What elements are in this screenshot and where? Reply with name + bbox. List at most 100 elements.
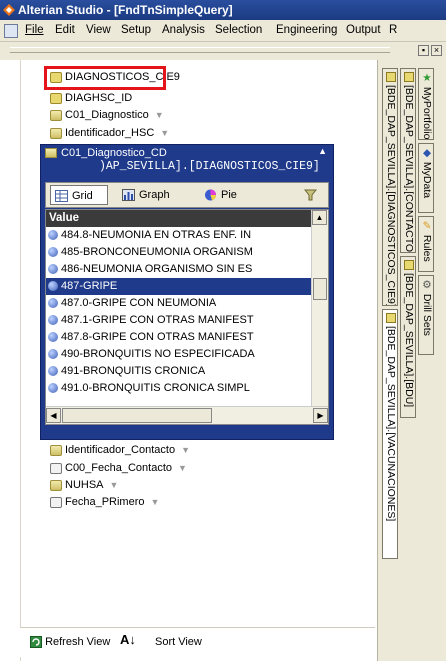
value-icon bbox=[48, 281, 58, 292]
bottom-toolbar: Refresh View A↓ Sort View bbox=[20, 627, 375, 657]
chevron-down-icon[interactable]: ▼ bbox=[110, 480, 119, 490]
menu-analysis[interactable]: Analysis bbox=[162, 24, 205, 36]
pin-icon[interactable]: ▲ bbox=[318, 146, 327, 156]
menu-r[interactable]: R bbox=[389, 24, 397, 36]
side-tab-contactos[interactable]: [BDE_DAP_SEVILLA].[CONTACTOS] bbox=[400, 68, 416, 253]
menu-selection[interactable]: Selection bbox=[215, 24, 262, 36]
value-icon bbox=[48, 332, 58, 343]
tab-grid[interactable]: Grid bbox=[50, 185, 108, 205]
side-tab-rules[interactable]: ✎ Rules bbox=[418, 216, 434, 272]
menu-edit[interactable]: Edit bbox=[55, 24, 75, 36]
filter-button[interactable] bbox=[302, 185, 324, 205]
tab-pie[interactable]: Pie bbox=[200, 185, 258, 205]
table-icon bbox=[50, 92, 62, 104]
tree-item-diaghsc-id[interactable]: DIAGHSC_ID bbox=[50, 90, 132, 106]
tree-item-c00-fecha-contacto[interactable]: C00_Fecha_Contacto ▼ bbox=[50, 460, 187, 476]
vertical-scrollbar[interactable]: ▲ bbox=[311, 210, 328, 406]
sort-az-icon[interactable]: A↓ bbox=[120, 632, 136, 647]
table-icon bbox=[404, 260, 414, 270]
value-icon bbox=[48, 230, 58, 241]
rules-icon: ✎ bbox=[421, 220, 433, 232]
field-icon bbox=[45, 148, 57, 158]
values-list[interactable]: Value 484.8-NEUMONIA EN OTRAS ENF. IN 48… bbox=[45, 209, 329, 425]
column-header-value[interactable]: Value bbox=[46, 210, 312, 227]
side-tab-myportfolio[interactable]: ★ MyPortfolio bbox=[418, 68, 434, 140]
scroll-thumb[interactable] bbox=[313, 278, 327, 300]
field-icon bbox=[50, 109, 62, 121]
menu-engineering[interactable]: Engineering bbox=[276, 24, 337, 36]
menu-setup[interactable]: Setup bbox=[121, 24, 151, 36]
tab-graph[interactable]: Graph bbox=[118, 185, 192, 205]
side-tab-bdu[interactable]: [BDE_DAP_SEVILLA].[BDU] bbox=[400, 256, 416, 418]
highlight-box bbox=[44, 66, 166, 90]
menu-view[interactable]: View bbox=[86, 24, 111, 36]
horizontal-scroll-thumb[interactable] bbox=[62, 408, 212, 423]
scroll-right-button[interactable]: ▶ bbox=[313, 408, 328, 423]
toolbar-grip[interactable] bbox=[10, 47, 390, 53]
menu-bar: File Edit View Setup Analysis Selection … bbox=[0, 20, 446, 42]
view-tabs: Grid Graph Pie bbox=[45, 182, 329, 208]
tree-item-fecha-primero[interactable]: Fecha_PRimero ▼ bbox=[50, 494, 159, 510]
chevron-down-icon[interactable]: ▼ bbox=[178, 463, 187, 473]
window-title: Alterian Studio - [FndTnSimpleQuery] bbox=[18, 3, 233, 17]
popup-table-path: )AP_SEVILLA].[DIAGNOSTICOS_CIE9] bbox=[99, 160, 320, 173]
calendar-icon bbox=[50, 496, 62, 508]
value-icon bbox=[48, 298, 58, 309]
popup-field-name: C01_Diagnostico_CD bbox=[61, 147, 167, 159]
graph-icon bbox=[122, 189, 135, 202]
chevron-down-icon[interactable]: ▼ bbox=[150, 497, 159, 507]
list-item[interactable]: 485-BRONCONEUMONIA ORGANISM bbox=[46, 244, 312, 261]
refresh-view-button[interactable]: Refresh View bbox=[30, 636, 110, 649]
menu-file[interactable]: File bbox=[25, 24, 44, 36]
chevron-down-icon[interactable]: ▼ bbox=[181, 445, 190, 455]
table-icon bbox=[386, 72, 396, 82]
field-icon bbox=[50, 127, 62, 139]
alterian-logo-icon bbox=[3, 4, 15, 16]
grid-icon bbox=[55, 190, 68, 203]
list-item[interactable]: 490-BRONQUITIS NO ESPECIFICADA bbox=[46, 346, 312, 363]
sort-view-button[interactable]: Sort View bbox=[155, 636, 202, 648]
title-bar: Alterian Studio - [FndTnSimpleQuery] bbox=[0, 0, 446, 20]
toolbar-strip: ▪ × bbox=[0, 42, 446, 60]
field-icon bbox=[50, 444, 62, 456]
side-tab-drill-sets[interactable]: ⚙ Drill Sets bbox=[418, 275, 434, 355]
list-item[interactable]: 491.0-BRONQUITIS CRONICA SIMPL bbox=[46, 380, 312, 397]
document-icon[interactable] bbox=[4, 24, 18, 38]
scroll-up-button[interactable]: ▲ bbox=[312, 210, 327, 225]
tree-item-identificador-hsc[interactable]: Identificador_HSC ▼ bbox=[50, 125, 169, 141]
menu-output[interactable]: Output bbox=[346, 24, 381, 36]
horizontal-scrollbar[interactable]: ◀ ▶ bbox=[46, 406, 328, 424]
list-item[interactable]: 487.1-GRIPE CON OTRAS MANIFEST bbox=[46, 312, 312, 329]
filter-icon bbox=[304, 189, 317, 201]
chevron-down-icon[interactable]: ▼ bbox=[155, 110, 164, 120]
side-tab-diagnosticos-cie9[interactable]: [BDE_DAP_SEVILLA].[DIAGNOSTICOS_CIE9] bbox=[382, 68, 398, 306]
value-icon bbox=[48, 349, 58, 360]
side-tab-mydata[interactable]: ◆ MyData bbox=[418, 143, 434, 213]
list-item[interactable]: 484.8-NEUMONIA EN OTRAS ENF. IN bbox=[46, 227, 312, 244]
chevron-down-icon[interactable]: ▼ bbox=[160, 128, 169, 138]
value-icon bbox=[48, 383, 58, 394]
tree-item-c01-diagnostico[interactable]: C01_Diagnostico ▼ bbox=[50, 107, 164, 123]
calendar-icon bbox=[50, 462, 62, 474]
list-item[interactable]: 491-BRONQUITIS CRONICA bbox=[46, 363, 312, 380]
list-item[interactable]: 487.8-GRIPE CON OTRAS MANIFEST bbox=[46, 329, 312, 346]
list-item-selected[interactable]: 487-GRIPE bbox=[46, 278, 312, 295]
side-tab-vacunaciones[interactable]: [BDE_DAP_SEVILLA].[VACUNACIONES] bbox=[382, 309, 398, 559]
minimize-button[interactable]: ▪ bbox=[418, 45, 429, 56]
data-icon: ◆ bbox=[421, 147, 433, 159]
value-icon bbox=[48, 366, 58, 377]
tree-item-identificador-contacto[interactable]: Identificador_Contacto ▼ bbox=[50, 442, 190, 458]
refresh-icon bbox=[30, 636, 42, 649]
value-icon bbox=[48, 247, 58, 258]
drill-icon: ⚙ bbox=[421, 279, 433, 291]
tree-item-nuhsa[interactable]: NUHSA ▼ bbox=[50, 477, 118, 493]
scroll-left-button[interactable]: ◀ bbox=[46, 408, 61, 423]
table-icon bbox=[386, 313, 396, 323]
side-tabs-panel: [BDE_DAP_SEVILLA].[DIAGNOSTICOS_CIE9] [B… bbox=[377, 60, 446, 661]
pie-icon bbox=[205, 189, 216, 201]
star-icon: ★ bbox=[421, 72, 433, 84]
list-item[interactable]: 486-NEUMONIA ORGANISMO SIN ES bbox=[46, 261, 312, 278]
list-item[interactable]: 487.0-GRIPE CON NEUMONIA bbox=[46, 295, 312, 312]
popup-header: C01_Diagnostico_CD )AP_SEVILLA].[DIAGNOS… bbox=[41, 145, 333, 179]
close-button[interactable]: × bbox=[431, 45, 442, 56]
